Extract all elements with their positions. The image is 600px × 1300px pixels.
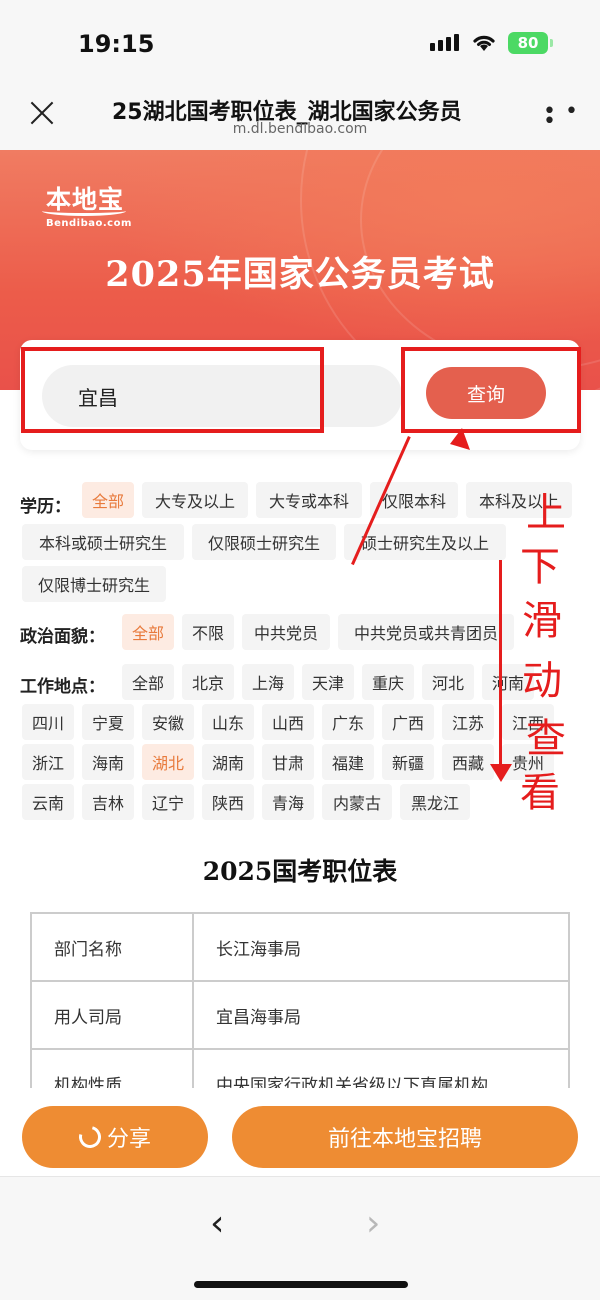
chip-education-all[interactable]: 全部	[82, 482, 134, 518]
chip-education-bachelor-only[interactable]: 仅限本科	[370, 482, 458, 518]
table-value: 长江海事局	[192, 912, 570, 982]
highlight-box-search-input	[21, 347, 324, 433]
annotation-arrowhead-up	[450, 428, 470, 450]
share-label: 分享	[106, 1127, 151, 1152]
browser-nav-bar: 25湖北国考职位表_湖北国家公务员 m.dl.bendibao.com • • …	[0, 88, 600, 150]
chip-education-phd-only[interactable]: 仅限博士研究生	[22, 566, 166, 602]
chip-location[interactable]: 云南	[22, 784, 74, 820]
annotation-char: 查	[526, 716, 566, 762]
status-bar: 19:15 80	[0, 0, 600, 88]
browser-toolbar: ‹ ›	[0, 1176, 600, 1300]
annotation-scroll-line	[499, 560, 502, 770]
annotation-char: 滑	[522, 598, 562, 644]
chip-location[interactable]: 山东	[202, 704, 254, 740]
chip-location[interactable]: 辽宁	[142, 784, 194, 820]
chip-location[interactable]: 陕西	[202, 784, 254, 820]
chip-location[interactable]: 江苏	[442, 704, 494, 740]
action-bar: 分享 前往本地宝招聘	[0, 1090, 600, 1176]
chip-political-party-member[interactable]: 中共党员	[242, 614, 330, 650]
home-indicator[interactable]	[194, 1281, 408, 1288]
table-key: 机构性质	[30, 1048, 194, 1088]
chip-location[interactable]: 黑龙江	[400, 784, 470, 820]
table-row: 机构性质 中央国家行政机关省级以下直属机构	[30, 1048, 570, 1088]
chip-location[interactable]: 湖南	[202, 744, 254, 780]
chip-education-college-above[interactable]: 大专及以上	[142, 482, 248, 518]
chip-location[interactable]: 广东	[322, 704, 374, 740]
annotation-char: 动	[522, 658, 562, 704]
table-row: 用人司局 宜昌海事局	[30, 980, 570, 1050]
chip-location[interactable]: 全部	[122, 664, 174, 700]
annotation-arrowhead-down	[490, 764, 512, 782]
table-value: 中央国家行政机关省级以下直属机构	[192, 1048, 570, 1088]
chip-location[interactable]: 甘肃	[262, 744, 314, 780]
cellular-signal-icon	[430, 34, 459, 51]
chip-education-bachelor-or-master[interactable]: 本科或硕士研究生	[22, 524, 184, 560]
chip-location[interactable]: 新疆	[382, 744, 434, 780]
table-title: 2025国考职位表	[202, 857, 398, 886]
chip-location[interactable]: 天津	[302, 664, 354, 700]
chip-location[interactable]: 吉林	[82, 784, 134, 820]
share-button[interactable]: 分享	[22, 1106, 208, 1168]
go-to-recruitment-button[interactable]: 前往本地宝招聘	[232, 1106, 578, 1168]
position-table: 部门名称 长江海事局 用人司局 宜昌海事局 机构性质 中央国家行政机关省级以下直…	[30, 912, 570, 1088]
chip-political-unlimited[interactable]: 不限	[182, 614, 234, 650]
banner-title: 2025年国家公务员考试	[105, 254, 495, 295]
chip-location[interactable]: 北京	[182, 664, 234, 700]
chip-location[interactable]: 重庆	[362, 664, 414, 700]
chip-location[interactable]: 内蒙古	[322, 784, 392, 820]
page-url: m.dl.bendibao.com	[232, 121, 368, 137]
table-key: 部门名称	[30, 912, 194, 982]
highlight-box-search-button	[401, 347, 581, 433]
table-key: 用人司局	[30, 980, 194, 1050]
table-row: 部门名称 长江海事局	[30, 912, 570, 982]
chip-education-master-only[interactable]: 仅限硕士研究生	[192, 524, 336, 560]
filter-label-location: 工作地点：	[20, 677, 105, 697]
chip-location[interactable]: 四川	[22, 704, 74, 740]
battery-level: 80	[517, 34, 539, 52]
status-time: 19:15	[78, 30, 155, 58]
annotation-char: 上	[526, 490, 566, 536]
more-icon[interactable]: • • •	[543, 101, 600, 133]
back-icon[interactable]: ‹	[210, 1203, 224, 1244]
chip-political-party-or-league[interactable]: 中共党员或共青团员	[338, 614, 514, 650]
chip-location[interactable]: 海南	[82, 744, 134, 780]
chip-location[interactable]: 西藏	[442, 744, 494, 780]
chip-location[interactable]: 青海	[262, 784, 314, 820]
chip-education-college-or-bachelor[interactable]: 大专或本科	[256, 482, 362, 518]
logo-swoosh	[42, 206, 126, 216]
chip-location[interactable]: 上海	[242, 664, 294, 700]
bendibao-logo: 本地宝 Bendibao.com	[42, 180, 132, 229]
share-icon	[74, 1121, 106, 1153]
chip-location[interactable]: 福建	[322, 744, 374, 780]
chip-location[interactable]: 山西	[262, 704, 314, 740]
position-table-viewport: 部门名称 长江海事局 用人司局 宜昌海事局 机构性质 中央国家行政机关省级以下直…	[0, 912, 600, 1088]
annotation-char: 下	[520, 544, 560, 590]
chip-political-all[interactable]: 全部	[122, 614, 174, 650]
chip-location[interactable]: 广西	[382, 704, 434, 740]
forward-icon[interactable]: ›	[366, 1203, 380, 1244]
table-value: 宜昌海事局	[192, 980, 570, 1050]
chip-location[interactable]: 安徽	[142, 704, 194, 740]
chip-location[interactable]: 宁夏	[82, 704, 134, 740]
logo-domain: Bendibao.com	[46, 218, 132, 229]
annotation-char: 看	[520, 770, 560, 816]
chip-location[interactable]: 浙江	[22, 744, 74, 780]
chip-location[interactable]: 河北	[422, 664, 474, 700]
filter-label-education: 学历：	[20, 497, 71, 517]
wifi-icon	[473, 35, 495, 51]
chip-location[interactable]: 湖北	[142, 744, 194, 780]
battery-indicator: 80	[508, 32, 553, 54]
filter-label-political: 政治面貌：	[20, 627, 105, 647]
